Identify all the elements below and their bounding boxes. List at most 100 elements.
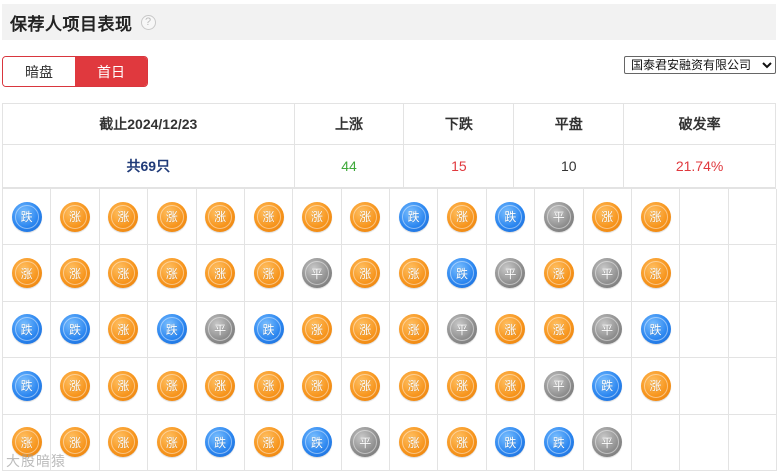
- grid-cell: 跌: [631, 301, 681, 359]
- stock-flat-coin[interactable]: 平: [205, 314, 236, 345]
- stock-up-coin[interactable]: 涨: [398, 258, 429, 289]
- stock-up-coin[interactable]: 涨: [495, 314, 526, 345]
- grid-cell: 平: [583, 414, 632, 471]
- as-of-date-header: 截止2024/12/23: [2, 103, 295, 145]
- coin-label: 涨: [504, 322, 517, 337]
- stock-flat-coin[interactable]: 平: [495, 258, 526, 289]
- grid-cell: 涨: [51, 245, 100, 302]
- grid-cell: 涨: [99, 414, 149, 471]
- section-header: 保荐人项目表现 ?: [2, 4, 776, 40]
- stock-up-coin[interactable]: 涨: [108, 201, 139, 232]
- stock-up-coin[interactable]: 涨: [350, 258, 381, 289]
- stock-flat-coin[interactable]: 平: [592, 427, 623, 458]
- stock-up-coin[interactable]: 涨: [11, 258, 42, 289]
- grid-cell: 涨: [148, 245, 197, 302]
- stock-down-coin[interactable]: 跌: [205, 427, 236, 458]
- stock-up-coin[interactable]: 涨: [640, 258, 671, 289]
- grid-cell: 涨: [341, 189, 390, 246]
- stock-up-coin[interactable]: 涨: [205, 201, 236, 232]
- stock-up-coin[interactable]: 涨: [156, 258, 187, 289]
- stock-up-coin[interactable]: 涨: [447, 370, 478, 401]
- stock-flat-coin[interactable]: 平: [592, 258, 623, 289]
- stock-up-coin[interactable]: 涨: [60, 370, 91, 401]
- stock-up-coin[interactable]: 涨: [108, 370, 139, 401]
- stock-down-coin[interactable]: 跌: [253, 314, 284, 345]
- grid-cell: 跌: [486, 414, 536, 471]
- stock-up-coin[interactable]: 涨: [156, 370, 187, 401]
- dark-market-button[interactable]: 暗盘: [3, 57, 75, 86]
- grid-cell: [631, 414, 681, 471]
- stock-up-coin[interactable]: 涨: [108, 314, 139, 345]
- stock-up-coin[interactable]: 涨: [156, 427, 187, 458]
- stock-up-coin[interactable]: 涨: [495, 370, 526, 401]
- stock-up-coin[interactable]: 涨: [447, 201, 478, 232]
- first-day-button[interactable]: 首日: [75, 57, 147, 86]
- grid-cell: 涨: [631, 358, 681, 415]
- stock-flat-coin[interactable]: 平: [543, 370, 574, 401]
- stock-up-coin[interactable]: 涨: [253, 370, 284, 401]
- grid-cell: 跌: [3, 358, 52, 415]
- stock-down-coin[interactable]: 跌: [495, 427, 526, 458]
- stock-up-coin[interactable]: 涨: [253, 258, 284, 289]
- stock-flat-coin[interactable]: 平: [301, 258, 332, 289]
- stock-down-coin[interactable]: 跌: [543, 427, 574, 458]
- help-icon[interactable]: ?: [140, 14, 156, 30]
- stock-flat-coin[interactable]: 平: [350, 427, 381, 458]
- stock-up-coin[interactable]: 涨: [301, 314, 332, 345]
- stock-up-coin[interactable]: 涨: [398, 427, 429, 458]
- stock-up-coin[interactable]: 涨: [108, 427, 139, 458]
- stock-down-coin[interactable]: 跌: [495, 201, 526, 232]
- stock-up-coin[interactable]: 涨: [350, 370, 381, 401]
- stock-down-coin[interactable]: 跌: [11, 314, 42, 345]
- grid-cell: 跌: [293, 414, 342, 471]
- stock-flat-coin[interactable]: 平: [447, 314, 478, 345]
- stock-up-coin[interactable]: 涨: [350, 201, 381, 232]
- stock-down-coin[interactable]: 跌: [447, 258, 478, 289]
- stock-up-coin[interactable]: 涨: [543, 258, 574, 289]
- stock-up-coin[interactable]: 涨: [447, 427, 478, 458]
- stock-down-coin[interactable]: 跌: [60, 314, 91, 345]
- grid-cell: 跌: [583, 358, 632, 415]
- stock-up-coin[interactable]: 涨: [398, 314, 429, 345]
- stock-down-coin[interactable]: 跌: [11, 201, 42, 232]
- stock-down-coin[interactable]: 跌: [11, 370, 42, 401]
- broker-select[interactable]: 国泰君安融资有限公司: [624, 56, 776, 74]
- stock-flat-coin[interactable]: 平: [543, 201, 574, 232]
- coin-label: 涨: [601, 210, 614, 225]
- stock-up-coin[interactable]: 涨: [543, 314, 574, 345]
- coin-label: 跌: [262, 322, 275, 337]
- stock-up-coin[interactable]: 涨: [205, 258, 236, 289]
- stock-up-coin[interactable]: 涨: [592, 201, 623, 232]
- coin-label: 跌: [310, 435, 323, 450]
- stock-up-coin[interactable]: 涨: [350, 314, 381, 345]
- stock-down-coin[interactable]: 跌: [156, 314, 187, 345]
- stock-up-coin[interactable]: 涨: [301, 201, 332, 232]
- stock-up-coin[interactable]: 涨: [60, 258, 91, 289]
- stock-up-coin[interactable]: 涨: [205, 370, 236, 401]
- stock-down-coin[interactable]: 跌: [398, 201, 429, 232]
- stock-up-coin[interactable]: 涨: [108, 258, 139, 289]
- stock-up-coin[interactable]: 涨: [253, 427, 284, 458]
- stock-flat-coin[interactable]: 平: [592, 314, 623, 345]
- stock-up-coin[interactable]: 涨: [640, 370, 671, 401]
- grid-cell: 平: [535, 358, 584, 415]
- grid-cell: [728, 189, 777, 246]
- stock-up-coin[interactable]: 涨: [398, 370, 429, 401]
- stock-down-coin[interactable]: 跌: [301, 427, 332, 458]
- stock-up-coin[interactable]: 涨: [640, 201, 671, 232]
- rise-count: 44: [293, 144, 405, 188]
- stock-down-coin[interactable]: 跌: [592, 370, 623, 401]
- coin-label: 涨: [262, 266, 275, 281]
- grid-cell: [680, 358, 729, 415]
- coin-label: 涨: [262, 210, 275, 225]
- stock-up-coin[interactable]: 涨: [253, 201, 284, 232]
- stock-up-coin[interactable]: 涨: [60, 201, 91, 232]
- grid-cell: 涨: [341, 245, 390, 302]
- stock-down-coin[interactable]: 跌: [640, 314, 671, 345]
- stock-up-coin[interactable]: 涨: [156, 201, 187, 232]
- grid-cell: 涨: [390, 245, 439, 302]
- rise-header: 上涨: [293, 103, 405, 145]
- coin-label: 跌: [69, 322, 82, 337]
- stock-up-coin[interactable]: 涨: [301, 370, 332, 401]
- grid-cell: 跌: [244, 301, 294, 359]
